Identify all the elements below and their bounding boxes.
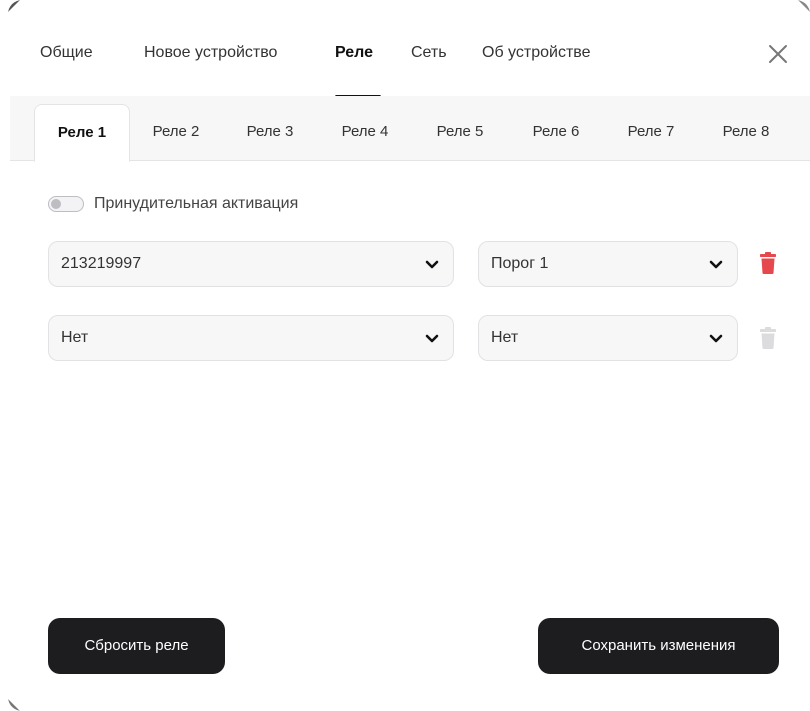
force-activation-toggle[interactable]: [48, 196, 84, 212]
chevron-down-icon: [709, 258, 723, 270]
tab-about-device[interactable]: Об устройстве: [482, 44, 590, 62]
device-select-value: 213219997: [61, 255, 142, 272]
relay-tabs: Реле 1 Реле 2 Реле 3 Реле 4 Реле 5 Реле …: [10, 96, 810, 162]
delete-rule-button-disabled: [759, 327, 777, 349]
relay-tab-3[interactable]: Реле 3: [232, 104, 308, 160]
delete-rule-button[interactable]: [759, 252, 777, 274]
relay-tab-6[interactable]: Реле 6: [518, 104, 594, 160]
dialog-corner: [8, 699, 20, 711]
tab-network[interactable]: Сеть: [411, 44, 447, 62]
device-select[interactable]: 213219997: [48, 241, 454, 287]
chevron-down-icon: [425, 332, 439, 344]
relay-settings-dialog: Общие Новое устройство Реле Сеть Об устр…: [8, 0, 810, 711]
save-changes-button[interactable]: Сохранить изменения: [538, 618, 779, 674]
threshold-select[interactable]: Нет: [478, 315, 738, 361]
tab-general[interactable]: Общие: [40, 44, 93, 62]
force-activation-row: Принудительная активация: [48, 192, 298, 216]
tab-new-device[interactable]: Новое устройство: [144, 44, 277, 62]
threshold-select-value: Нет: [491, 329, 519, 346]
trash-icon: [759, 252, 777, 278]
threshold-select-value: Порог 1: [491, 255, 549, 272]
trash-icon: [759, 327, 777, 353]
chevron-down-icon: [425, 258, 439, 270]
relay-tab-2[interactable]: Реле 2: [138, 104, 214, 160]
relay-tab-7[interactable]: Реле 7: [613, 104, 689, 160]
relay-tab-4[interactable]: Реле 4: [327, 104, 403, 160]
close-icon: [762, 38, 794, 70]
relay-tab-1[interactable]: Реле 1: [34, 104, 130, 162]
force-activation-label: Принудительная активация: [94, 195, 299, 212]
tab-relay[interactable]: Реле: [335, 44, 373, 62]
device-select[interactable]: Нет: [48, 315, 454, 361]
close-button[interactable]: [762, 38, 794, 70]
threshold-select[interactable]: Порог 1: [478, 241, 738, 287]
toggle-knob: [51, 198, 61, 209]
reset-relay-button[interactable]: Сбросить реле: [48, 618, 225, 674]
settings-nav: Общие Новое устройство Реле Сеть Об устр…: [8, 0, 810, 98]
chevron-down-icon: [709, 332, 723, 344]
relay-tab-8[interactable]: Реле 8: [708, 104, 784, 160]
relay-tab-5[interactable]: Реле 5: [422, 104, 498, 160]
device-select-value: Нет: [61, 329, 89, 346]
